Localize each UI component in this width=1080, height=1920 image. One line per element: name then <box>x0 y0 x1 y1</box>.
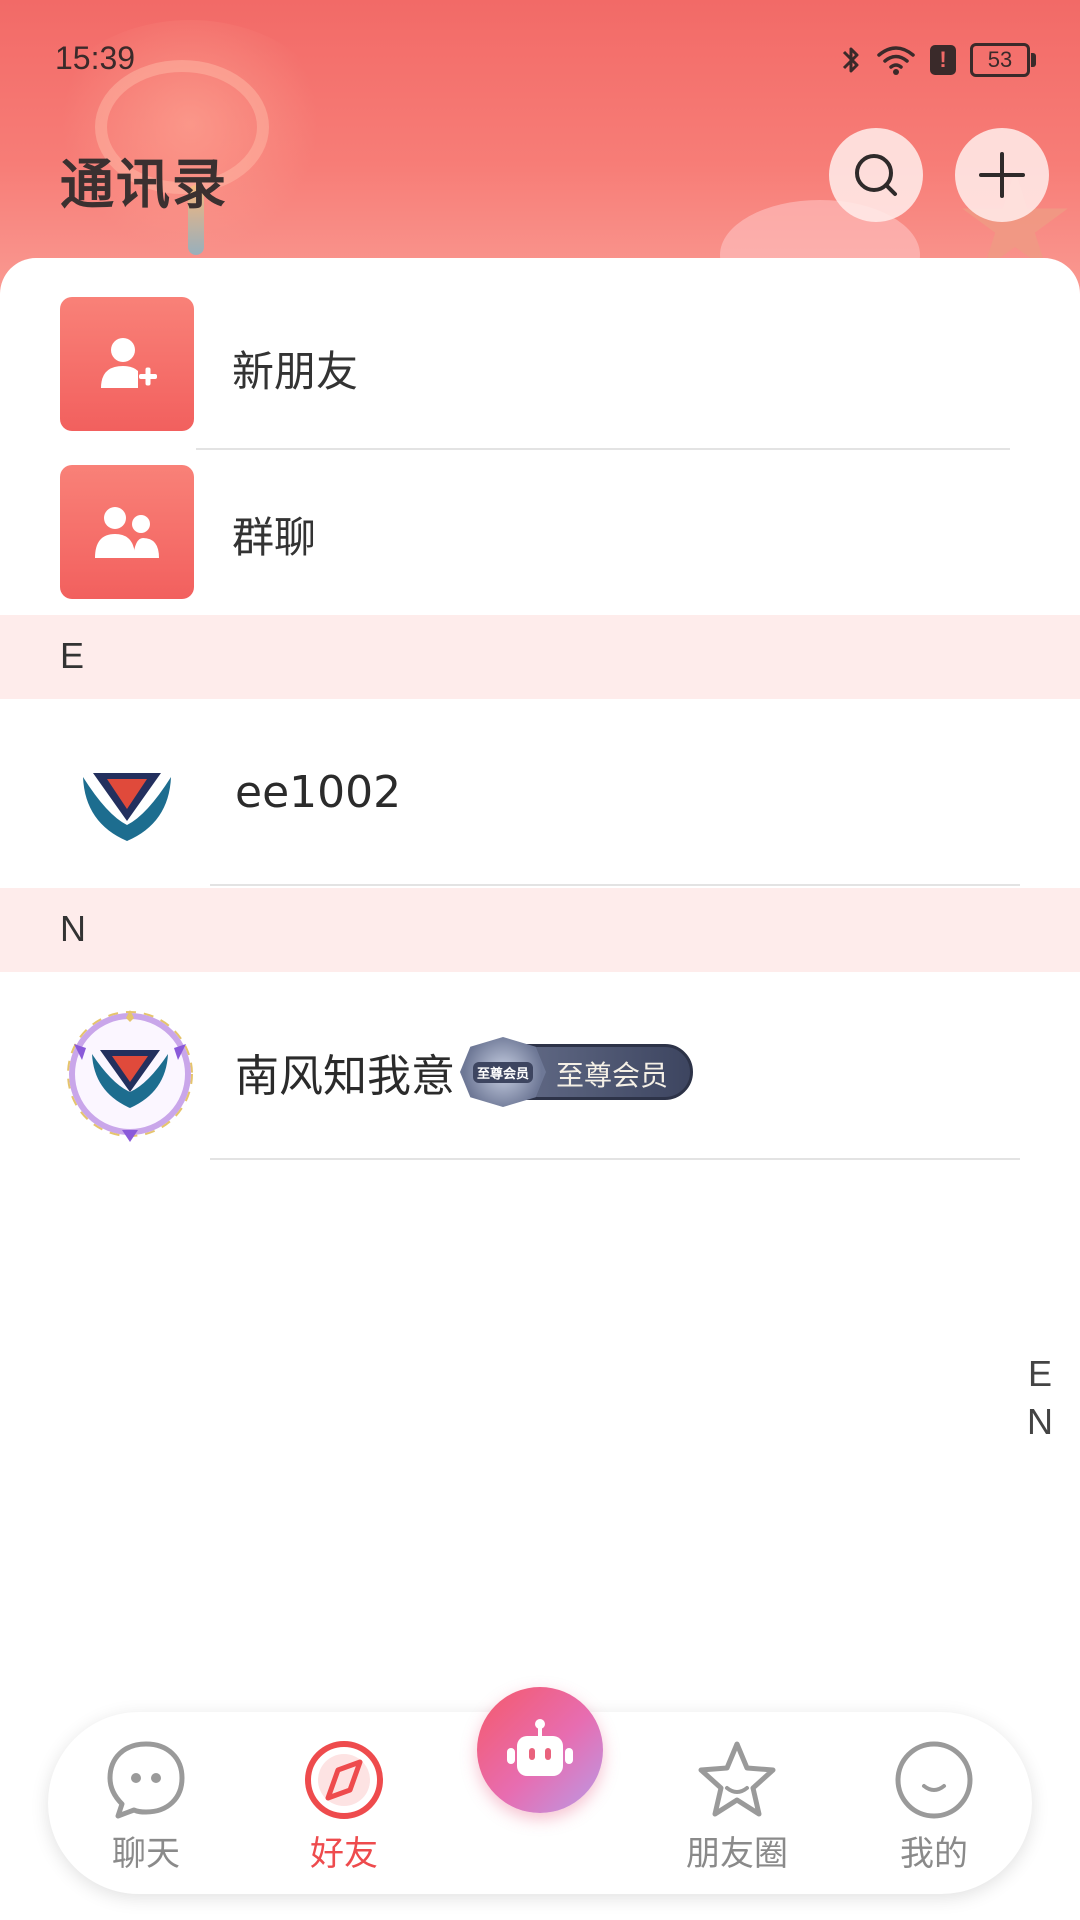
contact-name: 南风知我意 <box>235 1051 455 1102</box>
vip-badge: 至尊会员 至尊会员 <box>460 1037 693 1107</box>
compass-icon <box>305 1741 383 1819</box>
assistant-button[interactable] <box>477 1687 603 1813</box>
chat-bubble-icon <box>107 1741 185 1819</box>
tab-label: 聊天 <box>112 1834 180 1874</box>
smile-icon <box>895 1741 973 1819</box>
alert-icon: ! <box>930 45 956 75</box>
battery-icon: 53 <box>970 43 1036 77</box>
menu-item-group-chat[interactable]: 群聊 <box>0 446 1080 614</box>
tab-friends[interactable]: 好友 <box>269 1738 419 1888</box>
divider <box>210 1158 1020 1160</box>
alphabet-index[interactable]: E N <box>1022 1350 1058 1446</box>
divider <box>210 884 1020 886</box>
bluetooth-icon <box>842 47 859 73</box>
avatar <box>60 1004 200 1144</box>
status-bar: 15:39 ! 53 <box>0 0 1080 120</box>
plus-icon <box>979 152 1025 198</box>
index-letter-n[interactable]: N <box>1027 1398 1053 1446</box>
contact-row[interactable]: ee1002 <box>0 699 1080 889</box>
section-header-n: N <box>0 888 1080 972</box>
page-title: 通讯录 <box>60 153 228 216</box>
header: 15:39 ! 53 通讯录 <box>0 0 1080 300</box>
wifi-icon <box>877 46 915 75</box>
menu-item-new-friends[interactable]: 新朋友 <box>0 278 1080 446</box>
search-icon <box>855 154 897 196</box>
contacts-panel: 新朋友 群聊 E ee1002 N 南风知我意 至尊会员 至尊会员 <box>0 258 1080 1920</box>
section-letter: N <box>60 908 86 949</box>
tab-me[interactable]: 我的 <box>859 1738 1009 1888</box>
menu-label-group-chat: 群聊 <box>232 513 317 562</box>
search-button[interactable] <box>829 128 923 222</box>
vip-emblem-text: 至尊会员 <box>472 1061 533 1083</box>
vip-emblem-icon: 至尊会员 <box>460 1037 546 1107</box>
add-friend-icon <box>60 297 194 431</box>
group-icon <box>60 465 194 599</box>
tab-label: 好友 <box>310 1834 378 1874</box>
status-icons: ! 53 <box>840 40 1036 80</box>
add-button[interactable] <box>955 128 1049 222</box>
vip-badge-text: 至尊会员 <box>556 1059 669 1092</box>
contact-name: ee1002 <box>235 767 402 818</box>
index-letter-e[interactable]: E <box>1028 1350 1052 1398</box>
tab-moments[interactable]: 朋友圈 <box>662 1738 812 1888</box>
menu-label-new-friends: 新朋友 <box>232 347 359 396</box>
star-icon <box>698 1741 776 1817</box>
tab-chat[interactable]: 聊天 <box>71 1738 221 1888</box>
status-time: 15:39 <box>55 40 136 76</box>
section-letter: E <box>60 635 85 676</box>
avatar <box>60 741 194 875</box>
robot-icon <box>507 1719 573 1776</box>
section-header-e: E <box>0 615 1080 699</box>
tab-label: 朋友圈 <box>686 1834 788 1874</box>
contact-row[interactable]: 南风知我意 至尊会员 至尊会员 <box>0 972 1080 1162</box>
tab-label: 我的 <box>900 1834 968 1874</box>
